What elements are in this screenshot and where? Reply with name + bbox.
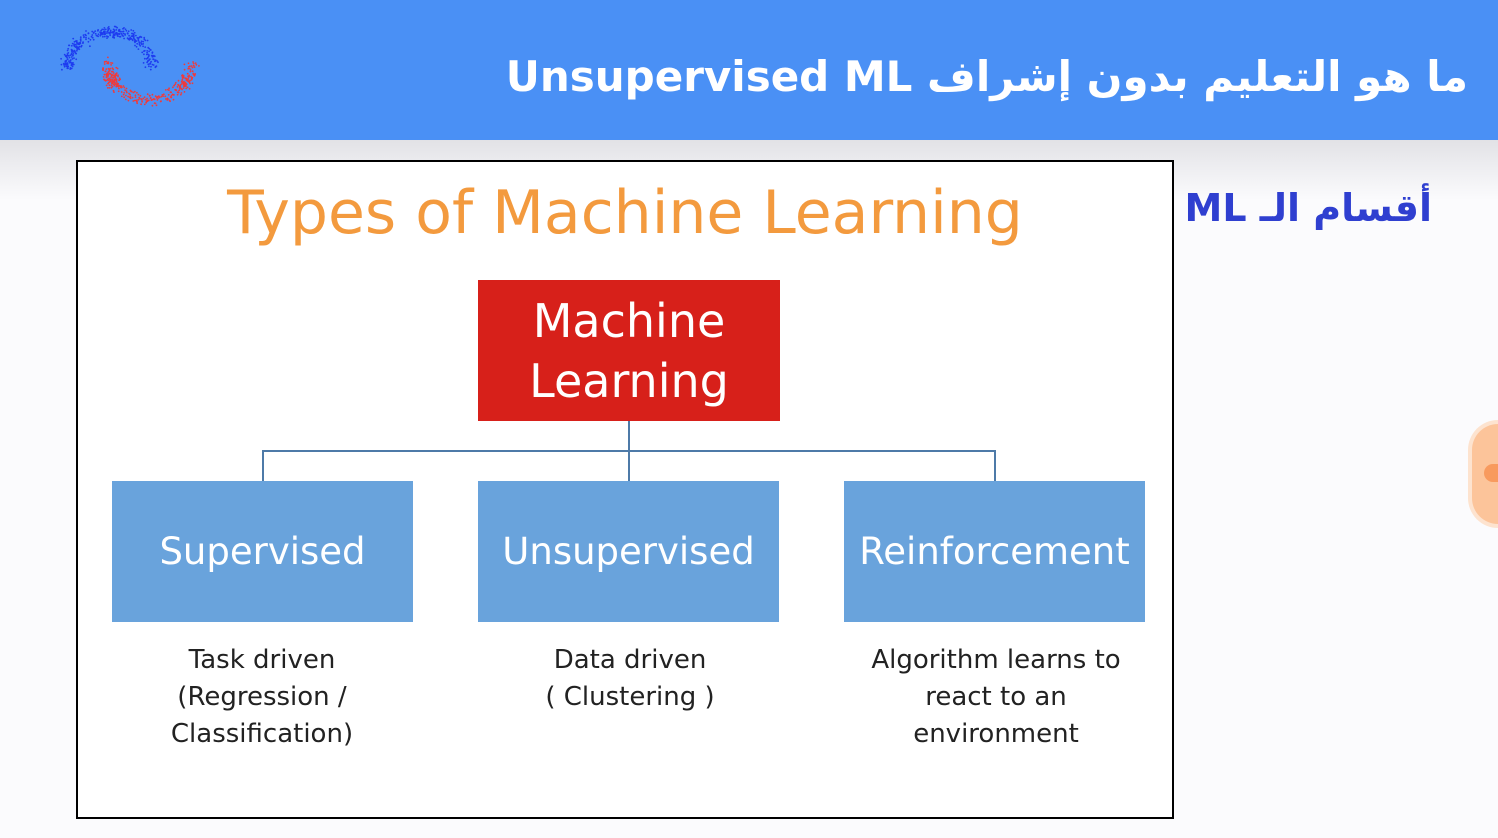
root-node-machine-learning: Machine Learning	[478, 280, 780, 421]
connector-right	[994, 450, 996, 481]
recording-orb-icon[interactable]	[1468, 420, 1498, 528]
desc-line: Task driven	[188, 645, 336, 675]
moons-logo-icon	[60, 25, 200, 107]
node-reinforcement: Reinforcement	[844, 481, 1145, 622]
unsupervised-description: Data driven ( Clustering )	[470, 642, 790, 716]
slide-title: Types of Machine Learning	[227, 178, 1023, 248]
root-label: Machine Learning	[529, 293, 729, 408]
node-supervised: Supervised	[112, 481, 413, 622]
desc-line: ( Clustering )	[545, 682, 715, 712]
connector-left	[262, 450, 264, 481]
node-unsupervised: Unsupervised	[478, 481, 779, 622]
desc-line: Classification)	[170, 719, 354, 749]
side-heading: أقسام الـ ML :	[1156, 186, 1432, 230]
desc-line: Algorithm learns to	[871, 645, 1121, 675]
supervised-description: Task driven (Regression / Classification…	[102, 642, 422, 753]
desc-line: react to an	[925, 682, 1067, 712]
desc-line: Data driven	[553, 645, 707, 675]
orb-dot	[1484, 464, 1498, 482]
desc-line: environment	[913, 719, 1079, 749]
page-title: ما هو التعليم بدون إشراف Unsupervised ML	[505, 52, 1468, 101]
slide-image: Types of Machine Learning Machine Learni…	[76, 160, 1174, 819]
reinforcement-description: Algorithm learns to react to an environm…	[836, 642, 1156, 753]
connector-horizontal	[262, 450, 996, 452]
desc-line: (Regression /	[177, 682, 347, 712]
header-bar: ما هو التعليم بدون إشراف Unsupervised ML	[0, 0, 1498, 140]
